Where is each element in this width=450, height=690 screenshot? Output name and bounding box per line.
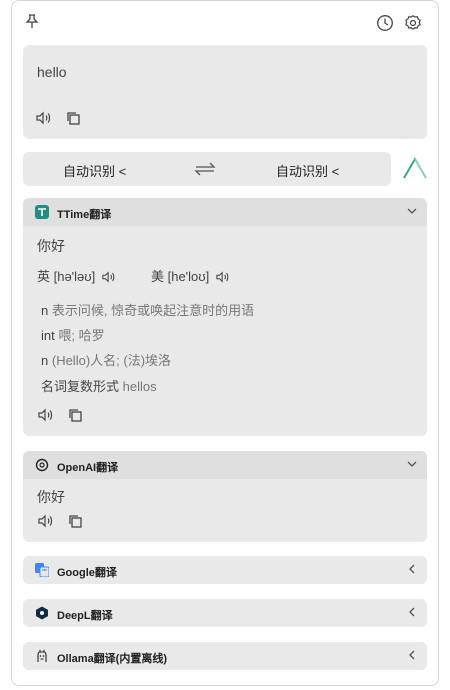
phonetic-us: 美 [he'loʊ] [151,266,231,287]
service-body: 你好 英 [hə'ləʊ] 美 [he'loʊ] n 表示问候, 惊奇或唤起注意… [23,226,427,436]
service-header[interactable]: DeepL翻译 [23,599,427,627]
speaker-icon[interactable] [37,407,55,428]
swap-arrows-icon[interactable] [194,161,216,182]
definition-text: 表示问候, 惊奇或唤起注意时的用语 [51,303,255,318]
definition-row: n 表示问候, 惊奇或唤起注意时的用语 [41,300,254,319]
plural-row: 名词复数形式 hellos [41,376,157,395]
input-text[interactable]: hello [37,64,67,80]
copy-icon[interactable] [65,110,81,131]
ttime-logo-icon [35,205,49,219]
service-header[interactable]: Google翻译 [23,556,427,584]
chevron-left-icon[interactable] [405,562,419,581]
brand-logo-icon [402,155,428,186]
service-panel-google[interactable]: Google翻译 [23,556,427,584]
chevron-down-icon[interactable] [405,204,419,223]
service-panel-openai: OpenAI翻译 你好 [23,451,427,542]
input-area[interactable]: hello [23,45,427,139]
deepl-logo-icon [35,606,49,620]
clock-icon[interactable] [376,14,396,34]
source-language-select[interactable]: 自动识别 < [63,161,126,180]
chevron-left-icon[interactable] [405,648,419,667]
openai-logo-icon [35,458,49,472]
translation-result: 你好 [37,489,65,505]
definition-row: n (Hello)人名; (法)埃洛 [41,350,171,369]
definition-pos: n [41,303,49,318]
service-actions [37,513,83,534]
chevron-left-icon[interactable] [405,605,419,624]
service-body: 你好 [23,479,427,542]
service-name: TTime翻译 [57,209,112,221]
target-language-select[interactable]: 自动识别 < [276,161,339,180]
phonetic-uk-text: 英 [hə'ləʊ] [37,269,96,284]
service-name: Google翻译 [57,567,117,579]
plural-value: hellos [122,379,157,394]
ollama-logo-icon [35,649,49,663]
top-bar [24,9,426,37]
translation-result: 你好 [37,238,65,254]
service-name: OpenAI翻译 [57,462,119,474]
input-actions [35,110,81,131]
definition-row: int 喂; 哈罗 [41,325,105,344]
speaker-icon[interactable] [101,270,117,287]
service-panel-ttime: TTime翻译 你好 英 [hə'ləʊ] 美 [he'loʊ] n 表示问候,… [23,198,427,436]
service-name: DeepL翻译 [57,610,113,622]
copy-icon[interactable] [67,513,83,534]
service-header[interactable]: Ollama翻译(内置离线) [23,642,427,670]
google-translate-logo-icon [35,563,50,578]
gear-icon[interactable] [404,14,424,34]
service-panel-deepl[interactable]: DeepL翻译 [23,599,427,627]
definition-text: (Hello)人名; (法)埃洛 [51,353,172,368]
service-actions [37,407,83,428]
service-header[interactable]: OpenAI翻译 [23,451,427,479]
service-panel-ollama[interactable]: Ollama翻译(内置离线) [23,642,427,670]
phonetic-uk: 英 [hə'ləʊ] [37,266,117,287]
definition-pos: int [41,328,55,343]
definition-text: 喂; 哈罗 [58,328,105,343]
service-name: Ollama翻译(内置离线) [57,653,168,665]
copy-icon[interactable] [67,407,83,428]
translator-window: hello 自动识别 < 自动识别 < TTime翻译 你好 英 [hə'ləʊ… [11,0,439,686]
language-bar: 自动识别 < 自动识别 < [23,152,391,186]
definition-pos: n [41,353,49,368]
speaker-icon[interactable] [35,110,53,131]
plural-label: 名词复数形式 [41,379,120,394]
speaker-icon[interactable] [215,270,231,287]
speaker-icon[interactable] [37,513,55,534]
service-header[interactable]: TTime翻译 [23,198,427,226]
chevron-down-icon[interactable] [405,457,419,476]
phonetic-us-text: 美 [he'loʊ] [151,269,210,284]
pin-icon[interactable] [24,13,44,33]
